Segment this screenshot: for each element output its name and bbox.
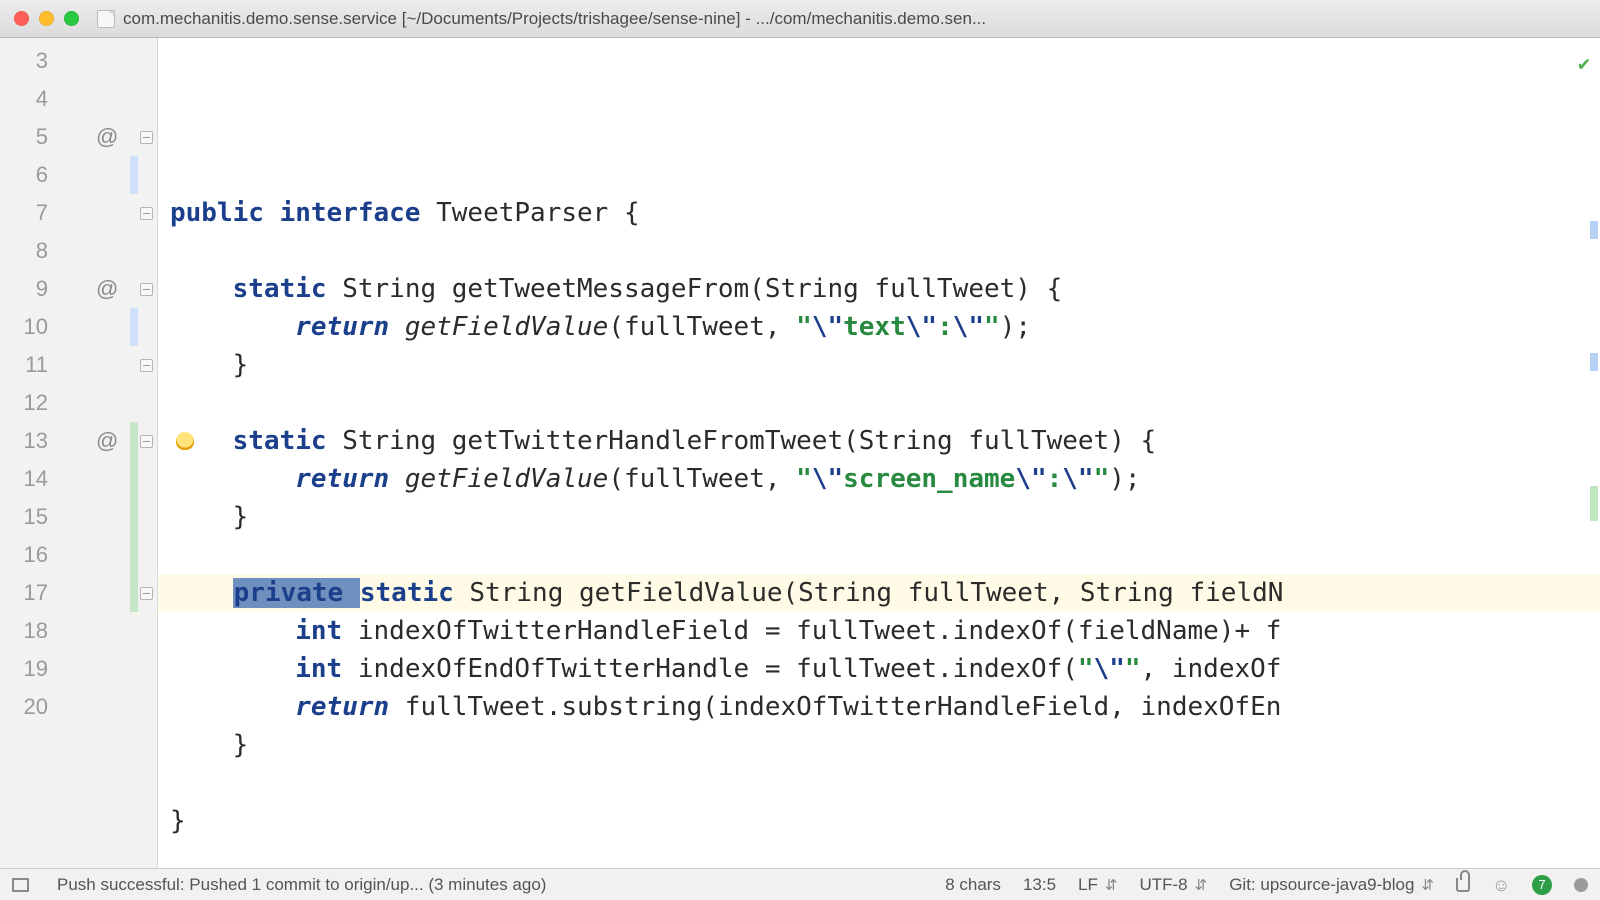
status-bar: Push successful: Pushed 1 commit to orig… [0,868,1600,900]
gutter-row[interactable]: 10 [0,308,157,346]
inspection-ok-icon[interactable]: ✔ [1578,44,1590,82]
fold-toggle-icon[interactable] [140,435,153,448]
vcs-change-marker[interactable] [130,498,138,536]
fold-toggle-icon[interactable] [140,131,153,144]
editor-gutter[interactable]: 345@6789@10111213@14151617181920 [0,38,158,868]
override-gutter-icon[interactable]: @ [96,276,118,302]
code-line[interactable]: public interface TweetParser { [158,194,1600,232]
code-line[interactable]: } [158,346,1600,384]
toolwindow-toggle-icon[interactable] [12,878,29,892]
fold-toggle-icon[interactable] [140,359,153,372]
line-number: 12 [0,390,54,416]
gutter-row[interactable]: 6 [0,156,157,194]
gutter-row[interactable]: 4 [0,80,157,118]
line-separator[interactable]: LF [1078,875,1117,895]
zoom-window-button[interactable] [64,11,79,26]
file-icon [97,10,115,28]
line-number: 4 [0,86,54,112]
fold-toggle-icon[interactable] [140,587,153,600]
line-number: 7 [0,200,54,226]
line-number: 6 [0,162,54,188]
gutter-row[interactable]: 7 [0,194,157,232]
readonly-toggle[interactable] [1456,878,1470,892]
code-line[interactable]: } [158,802,1600,840]
code-area[interactable]: ✔ public interface TweetParser { static … [158,38,1600,868]
window-controls [14,11,79,26]
gutter-row[interactable]: 17 [0,574,157,612]
vcs-change-marker[interactable] [130,308,138,346]
line-number: 8 [0,238,54,264]
gutter-row[interactable]: 8 [0,232,157,270]
vcs-change-marker[interactable] [130,536,138,574]
gutter-row[interactable]: 15 [0,498,157,536]
gutter-row[interactable]: 11 [0,346,157,384]
line-number: 20 [0,694,54,720]
gutter-row[interactable]: 13 @ [0,422,157,460]
caret-position[interactable]: 13:5 [1023,875,1056,895]
line-number: 14 [0,466,54,492]
selection-length: 8 chars [945,875,1001,895]
code-line[interactable]: } [158,498,1600,536]
code-line[interactable] [158,232,1600,270]
line-number: 11 [0,352,54,378]
gutter-row[interactable]: 18 [0,612,157,650]
line-number: 5 [0,124,54,150]
code-line[interactable]: return getFieldValue(fullTweet, "\"text\… [158,308,1600,346]
code-line[interactable]: static String getTweetMessageFrom(String… [158,270,1600,308]
code-line[interactable]: } [158,726,1600,764]
lock-icon [1456,878,1470,892]
vcs-change-marker[interactable] [130,460,138,498]
override-gutter-icon[interactable]: @ [96,124,118,150]
gutter-row[interactable]: 20 [0,688,157,726]
editor[interactable]: 345@6789@10111213@14151617181920 ✔ publi… [0,38,1600,868]
gutter-row[interactable]: 19 [0,650,157,688]
code-line[interactable] [158,840,1600,868]
gutter-row[interactable]: 9@ [0,270,157,308]
code-line[interactable] [158,384,1600,422]
close-window-button[interactable] [14,11,29,26]
code-line[interactable]: private static String getFieldValue(Stri… [158,574,1600,612]
line-number: 19 [0,656,54,682]
code-line[interactable]: int indexOfTwitterHandleField = fullTwee… [158,612,1600,650]
vcs-change-marker[interactable] [130,422,138,460]
gutter-row[interactable]: 3 [0,42,157,80]
gutter-row[interactable]: 5@ [0,118,157,156]
code-line[interactable]: return fullTweet.substring(indexOfTwitte… [158,688,1600,726]
notifications-badge[interactable]: 7 [1532,875,1552,895]
window-title: com.mechanitis.demo.sense.service [~/Doc… [123,9,1586,29]
line-number: 15 [0,504,54,530]
code-line[interactable]: return getFieldValue(fullTweet, "\"scree… [158,460,1600,498]
code-line[interactable] [158,536,1600,574]
line-number: 3 [0,48,54,74]
code-line[interactable] [158,764,1600,802]
override-gutter-icon[interactable]: @ [96,428,118,454]
line-number: 10 [0,314,54,340]
background-tasks-icon[interactable] [1574,878,1588,892]
minimize-window-button[interactable] [39,11,54,26]
vcs-change-marker[interactable] [130,156,138,194]
code-line[interactable]: static String getTwitterHandleFromTweet(… [158,422,1600,460]
git-branch[interactable]: Git: upsource-java9-blog [1229,875,1434,895]
status-message: Push successful: Pushed 1 commit to orig… [57,875,546,895]
line-number: 18 [0,618,54,644]
gutter-row[interactable]: 14 [0,460,157,498]
fold-toggle-icon[interactable] [140,283,153,296]
line-number: 16 [0,542,54,568]
line-number: 13 [0,428,54,454]
code-line[interactable]: int indexOfEndOfTwitterHandle = fullTwee… [158,650,1600,688]
title-bar: com.mechanitis.demo.sense.service [~/Doc… [0,0,1600,38]
hector-icon[interactable] [1492,876,1510,894]
gutter-row[interactable]: 12 [0,384,157,422]
gutter-row[interactable]: 16 [0,536,157,574]
fold-toggle-icon[interactable] [140,207,153,220]
file-encoding[interactable]: UTF-8 [1139,875,1207,895]
vcs-change-marker[interactable] [130,574,138,612]
line-number: 9 [0,276,54,302]
line-number: 17 [0,580,54,606]
